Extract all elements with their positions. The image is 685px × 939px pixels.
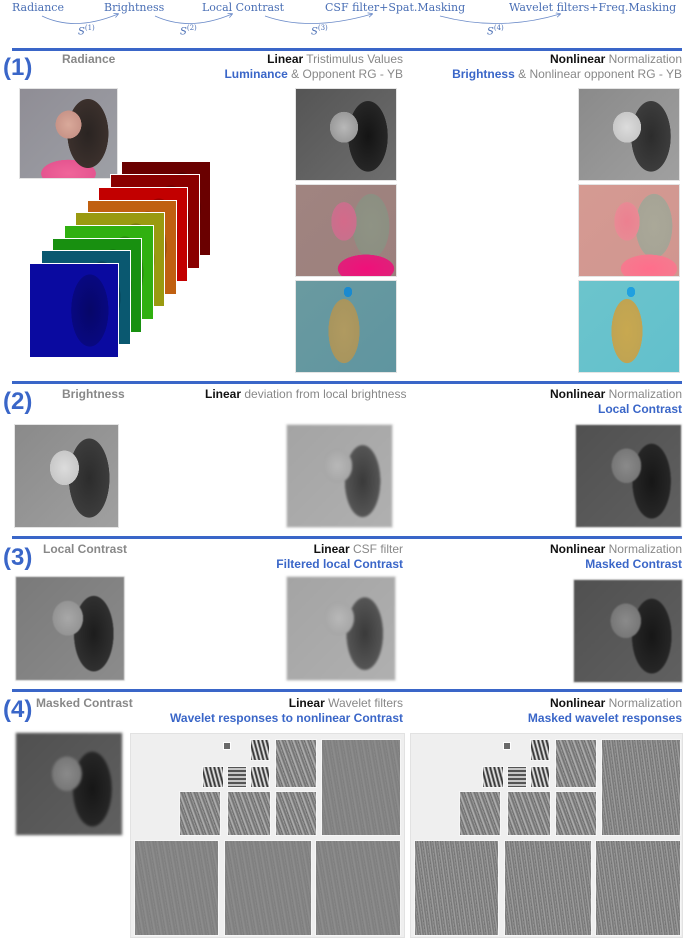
arrow-s4 bbox=[439, 14, 560, 24]
wavelet-subband bbox=[414, 840, 499, 936]
input-label: Local Contrast bbox=[43, 542, 128, 556]
brightness-image bbox=[14, 424, 119, 528]
transform-s1: S(1) bbox=[78, 24, 95, 38]
wavelet-subband bbox=[134, 840, 219, 936]
wavelet-subband bbox=[202, 766, 224, 788]
wavelet-subband bbox=[250, 739, 270, 761]
wavelet-subband bbox=[601, 739, 681, 836]
wavelet-subband bbox=[503, 742, 511, 750]
wavelet-subband bbox=[179, 791, 221, 836]
opponent-yb-image bbox=[295, 280, 397, 373]
section-number: (2) bbox=[3, 388, 33, 415]
brightness-image bbox=[578, 88, 680, 181]
wavelet-subband bbox=[227, 791, 271, 836]
section-number: (1) bbox=[3, 54, 33, 81]
section-divider bbox=[12, 381, 682, 384]
section-divider bbox=[12, 536, 682, 539]
masked-contrast-image bbox=[15, 732, 123, 836]
spectral-band-image bbox=[29, 263, 119, 358]
linear-stage-label: Linear Wavelet filters Wavelet responses… bbox=[170, 696, 403, 725]
wavelet-subband bbox=[227, 766, 247, 788]
wavelet-subband bbox=[595, 840, 681, 936]
stage-brightness: Brightness bbox=[104, 1, 165, 14]
local-contrast-image bbox=[575, 424, 682, 528]
local-contrast-image bbox=[15, 576, 125, 681]
arrow-s2 bbox=[154, 14, 232, 24]
linear-stage-label: Linear CSF filter Filtered local Contras… bbox=[276, 542, 403, 571]
wavelet-subband bbox=[555, 791, 597, 836]
wavelet-subband bbox=[250, 766, 270, 788]
section-number: (4) bbox=[3, 696, 33, 723]
filtered-contrast-image bbox=[286, 576, 396, 681]
nonlinear-stage-label: Nonlinear Normalization Brightness & Non… bbox=[452, 52, 682, 81]
wavelet-subband bbox=[275, 791, 317, 836]
nonlinear-stage-label: Nonlinear Normalization Local Contrast bbox=[549, 387, 682, 416]
wavelet-subband bbox=[504, 840, 592, 936]
wavelet-responses-panel bbox=[130, 733, 405, 938]
arrow-s3 bbox=[264, 14, 372, 24]
stage-local-contrast: Local Contrast bbox=[202, 1, 285, 14]
wavelet-subband bbox=[224, 840, 312, 936]
wavelet-subband bbox=[530, 766, 550, 788]
transform-s2: S(2) bbox=[180, 24, 197, 38]
input-label: Radiance bbox=[62, 52, 116, 66]
linear-stage-label: Linear deviation from local brightness bbox=[205, 387, 407, 401]
deviation-image bbox=[286, 424, 393, 528]
wavelet-subband bbox=[315, 840, 401, 936]
nonlinear-rg-image bbox=[578, 184, 680, 277]
nonlinear-stage-label: Nonlinear Normalization Masked wavelet r… bbox=[527, 696, 682, 725]
stage-csf-filter: CSF filter+Spat.Masking bbox=[325, 1, 466, 14]
radiance-color-image bbox=[19, 88, 118, 179]
transform-s3: S(3) bbox=[311, 24, 328, 38]
input-label: Masked Contrast bbox=[36, 696, 133, 710]
wavelet-subband bbox=[507, 791, 551, 836]
wavelet-subband bbox=[459, 791, 501, 836]
wavelet-subband bbox=[321, 739, 401, 836]
masked-wavelet-responses-panel bbox=[410, 733, 683, 938]
arrow-s1 bbox=[41, 14, 118, 24]
nonlinear-stage-label: Nonlinear Normalization Masked Contrast bbox=[549, 542, 682, 571]
masked-contrast-image bbox=[573, 579, 683, 683]
section-divider bbox=[12, 48, 682, 51]
transform-s4: S(4) bbox=[487, 24, 504, 38]
wavelet-subband bbox=[223, 742, 231, 750]
luminance-image bbox=[295, 88, 397, 181]
wavelet-subband bbox=[507, 766, 527, 788]
input-label: Brightness bbox=[62, 387, 125, 401]
section-divider bbox=[12, 689, 682, 692]
nonlinear-yb-image bbox=[578, 280, 680, 373]
stage-radiance: Radiance bbox=[12, 1, 64, 14]
wavelet-subband bbox=[482, 766, 504, 788]
wavelet-subband bbox=[530, 739, 550, 761]
opponent-rg-image bbox=[295, 184, 397, 277]
stage-wavelet-filters: Wavelet filters+Freq.Masking bbox=[509, 1, 677, 14]
section-number: (3) bbox=[3, 544, 33, 571]
linear-stage-label: Linear Tristimulus Values Luminance & Op… bbox=[224, 52, 403, 81]
wavelet-subband bbox=[275, 739, 317, 788]
wavelet-subband bbox=[555, 739, 597, 788]
